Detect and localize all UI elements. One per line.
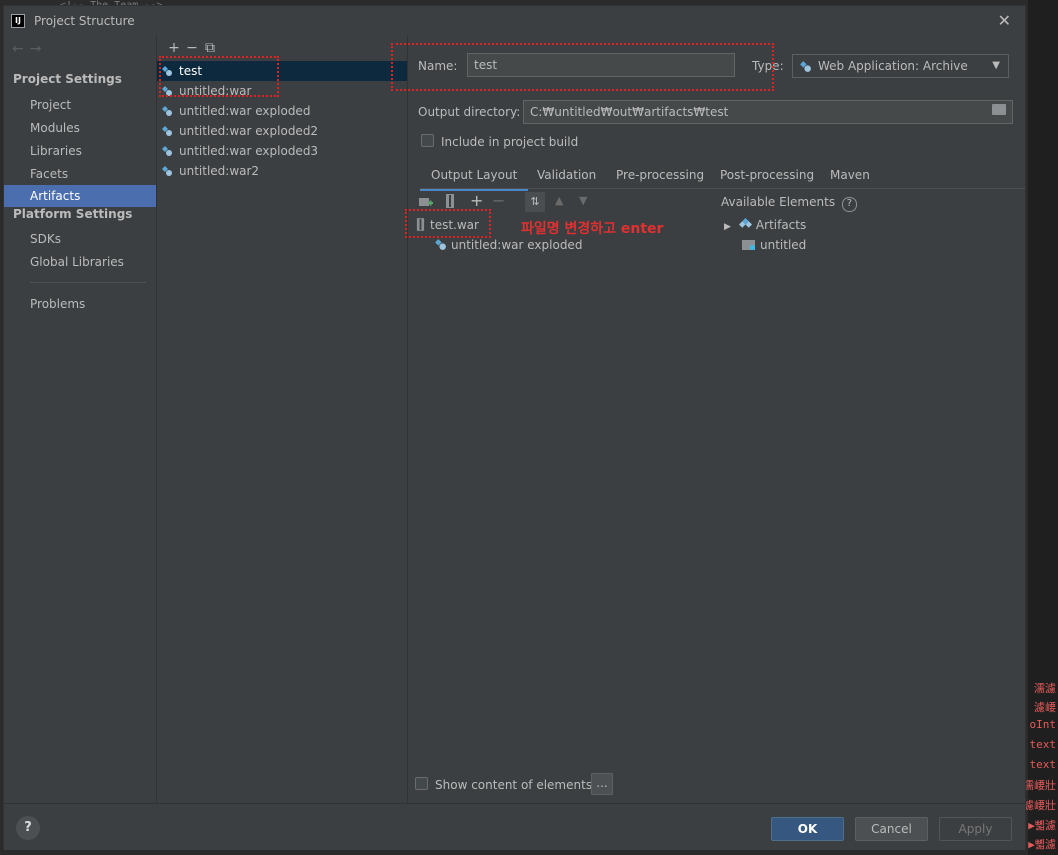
show-content-more-button[interactable]: ...: [591, 773, 613, 795]
editor-text-line: 濾崾: [1034, 701, 1056, 714]
close-icon[interactable]: ✕: [998, 11, 1011, 30]
web-artifact-icon: [162, 126, 172, 136]
move-up-icon[interactable]: ▲: [555, 194, 563, 207]
nav-item-problems[interactable]: Problems: [4, 293, 156, 315]
editor-right-strip: 濡濾 濾崾 oInt text text 濡崾壯 濾崾壯 ▶뼯濾 ▶뼯濾: [1023, 0, 1058, 855]
highlight-name-type-box: [391, 43, 774, 91]
web-artifact-icon: [162, 106, 172, 116]
help-button[interactable]: ?: [16, 816, 40, 840]
web-artifact-icon: [162, 166, 172, 176]
help-icon[interactable]: ?: [841, 197, 857, 212]
module-folder-icon: [742, 240, 755, 250]
ok-button[interactable]: OK: [771, 817, 844, 841]
artifact-item-untitled-war2[interactable]: untitled:war2: [157, 161, 407, 181]
artifact-label: untitled:war exploded3: [179, 144, 319, 158]
output-directory-label: Output directory:: [418, 105, 521, 119]
artifacts-toolbar: + − ⧉: [165, 40, 219, 56]
chevron-down-icon: ▼: [992, 60, 1000, 71]
dialog-footer: ? OK Cancel Apply: [4, 803, 1025, 850]
include-build-label: Include in project build: [441, 135, 579, 149]
output-directory-input[interactable]: C:₩untitled₩out₩artifacts₩test: [523, 100, 1013, 124]
layout-child-item[interactable]: untitled:war exploded: [434, 235, 582, 255]
editor-text-line: text: [1029, 758, 1057, 771]
nav-divider: [30, 282, 146, 283]
artifact-detail-panel: Name: test Type: Web Application: Archiv…: [391, 36, 1025, 803]
artifacts-panel: + − ⧉ test untitled:war untitled:war explo…: [157, 36, 407, 803]
show-content-label: Show content of elements: [435, 778, 593, 792]
web-artifact-icon: [435, 239, 446, 250]
available-elements-text: Available Elements: [721, 195, 836, 209]
artifact-item-untitled-war-exploded[interactable]: untitled:war exploded: [157, 101, 407, 121]
folder-icon[interactable]: [992, 104, 1006, 115]
type-select[interactable]: Web Application: Archive ▼: [792, 54, 1009, 78]
add-element-icon[interactable]: +: [470, 191, 483, 210]
forward-arrow-icon[interactable]: →: [30, 41, 48, 57]
remove-element-icon[interactable]: −: [492, 191, 505, 210]
window-title: Project Structure: [34, 14, 135, 28]
editor-text-line: oInt: [1029, 718, 1057, 731]
nav-item-facets[interactable]: Facets: [4, 163, 156, 185]
cancel-button[interactable]: Cancel: [855, 817, 928, 841]
sort-icon[interactable]: ⇅: [525, 192, 545, 212]
highlight-war-box: [405, 209, 491, 238]
include-build-checkbox[interactable]: [421, 134, 434, 147]
artifacts-icon: [738, 218, 752, 228]
settings-nav: ←→ Project Settings Project Modules Libr…: [4, 36, 156, 803]
type-select-value: Web Application: Archive: [818, 59, 968, 73]
tab-output-layout[interactable]: Output Layout: [420, 164, 529, 191]
nav-item-project[interactable]: Project: [4, 94, 156, 116]
intellij-logo-icon: IJ: [11, 14, 25, 28]
apply-button[interactable]: Apply: [939, 817, 1012, 841]
web-artifact-icon: [162, 146, 172, 156]
available-elements-label: Available Elements ?: [721, 195, 857, 212]
new-directory-icon[interactable]: [419, 196, 433, 208]
move-down-icon[interactable]: ▼: [579, 194, 587, 207]
editor-text-line: 濡崾壯: [1023, 779, 1056, 792]
project-settings-header: Project Settings: [13, 72, 122, 86]
artifact-item-untitled-war-exploded2[interactable]: untitled:war exploded2: [157, 121, 407, 141]
highlight-artifact-box: [159, 56, 279, 97]
nav-item-global-libraries[interactable]: Global Libraries: [4, 251, 156, 273]
artifact-label: untitled:war exploded2: [179, 124, 319, 138]
title-bar: IJ Project Structure ✕: [4, 6, 1025, 36]
available-item-untitled[interactable]: untitled: [742, 235, 806, 255]
show-content-checkbox[interactable]: [415, 777, 428, 790]
available-item-label: untitled: [760, 238, 807, 252]
available-item-label: Artifacts: [755, 218, 807, 232]
remove-icon[interactable]: −: [183, 40, 201, 56]
tab-post-processing[interactable]: Post-processing: [709, 164, 825, 188]
artifact-label: untitled:war exploded: [179, 104, 311, 118]
copy-icon[interactable]: ⧉: [201, 40, 219, 56]
nav-item-artifacts[interactable]: Artifacts: [4, 185, 156, 207]
archive-icon[interactable]: [445, 194, 455, 208]
artifact-label: untitled:war2: [179, 164, 260, 178]
tab-pre-processing[interactable]: Pre-processing: [605, 164, 715, 188]
nav-item-modules[interactable]: Modules: [4, 117, 156, 139]
tab-validation[interactable]: Validation: [526, 164, 607, 188]
add-icon[interactable]: +: [165, 40, 183, 56]
platform-settings-header: Platform Settings: [13, 207, 133, 221]
back-arrow-icon[interactable]: ←: [12, 41, 30, 57]
expand-arrow-icon[interactable]: ▶: [724, 222, 731, 232]
editor-text-line: 濾崾壯: [1023, 799, 1056, 812]
editor-text-line: ▶뼯濾: [1028, 838, 1056, 851]
artifact-item-untitled-war-exploded3[interactable]: untitled:war exploded3: [157, 141, 407, 161]
project-structure-dialog: IJ Project Structure ✕ ←→ Project Settin…: [3, 5, 1026, 850]
tab-underline: [420, 188, 1025, 189]
nav-item-sdks[interactable]: SDKs: [4, 228, 156, 250]
editor-text-line: text: [1029, 738, 1057, 751]
nav-arrows: ←→: [12, 41, 47, 57]
available-item-artifacts[interactable]: ▶ Artifacts: [724, 215, 806, 235]
editor-text-line: ▶뼯濾: [1028, 819, 1056, 832]
layout-child-label: untitled:war exploded: [451, 238, 583, 252]
tab-maven[interactable]: Maven: [819, 164, 881, 188]
nav-item-libraries[interactable]: Libraries: [4, 140, 156, 162]
web-artifact-icon: [800, 61, 811, 72]
editor-text-line: 濡濾: [1034, 682, 1056, 695]
